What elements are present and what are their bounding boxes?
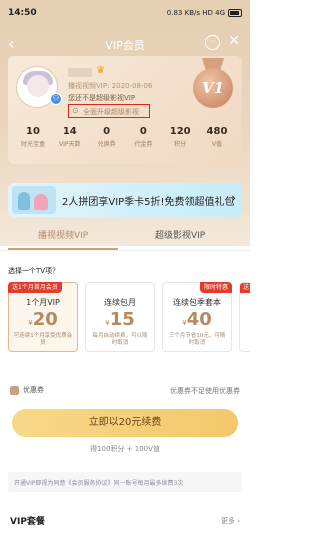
stat-value: 14: [62, 126, 77, 137]
package-card-monthly[interactable]: 连续包月 ¥15 每月自动续费，可以随时取消: [85, 282, 155, 352]
stat-label: 兑换券: [97, 141, 116, 148]
battery-icon: [228, 9, 242, 17]
crown-icon: ♛: [96, 65, 105, 76]
stat-value: 0: [103, 126, 111, 137]
top-nav: ‹ VIP会员 ··· ✕: [0, 33, 250, 54]
stat-label: V值: [211, 141, 223, 148]
coupon-icon: [10, 385, 19, 395]
stat-vouchers[interactable]: 0 代金券: [126, 126, 160, 148]
stat-label: 时光宝盒: [20, 141, 45, 148]
vip-expiry: 播视视频VIP: 2020-08-06: [68, 82, 153, 90]
stat-value: 0: [139, 126, 147, 137]
price-value: 15: [109, 309, 135, 330]
package-card-quarterly[interactable]: 限时特惠 连续包季套本 ¥40 三个月节省10元，可随时取消: [162, 282, 232, 352]
package-price: ¥20: [9, 309, 77, 330]
package-name: 1个月VIP: [26, 298, 60, 307]
coupon-row[interactable]: 优惠券: [10, 385, 44, 395]
upgrade-link-text: 全面升级超级影视: [83, 108, 139, 116]
stat-label: VIP天数: [59, 141, 81, 148]
group-buy-banner[interactable]: 2人拼团享VIP季卡5折!免费领超值礼包 ›: [8, 183, 242, 217]
stat-label: 积分: [174, 141, 187, 148]
vip-type-tabs: 播视视频VIP 超级影视VIP: [0, 228, 250, 251]
reward-note: 得100积分 + 100V值: [90, 445, 160, 453]
package-price: ¥40: [163, 309, 231, 330]
network-indicators: 0.83 KB/s HD 4G: [166, 9, 225, 17]
banner-text: 2人拼团享VIP季卡5折!免费领超值礼包: [62, 197, 235, 208]
package-tag: 送1个月首: [240, 283, 250, 293]
stat-value: 10: [26, 126, 40, 137]
stat-value: 480: [206, 126, 228, 137]
package-desc: 每月自动续费，可以随时取消: [92, 333, 148, 346]
stat-vip-days[interactable]: 14 VIP天数: [53, 126, 87, 148]
tab-super-vip[interactable]: 超级影视VIP: [155, 228, 205, 241]
package-card-partial[interactable]: 送1个月首: [239, 282, 250, 352]
stat-v-value[interactable]: 480 V值: [200, 126, 234, 148]
package-desc: 三个月节省10元，可随时取消: [168, 333, 226, 346]
more-icon[interactable]: ···: [205, 35, 220, 50]
medal-disc: V1: [193, 68, 233, 108]
tab-basic-vip[interactable]: 播视视频VIP: [38, 228, 88, 241]
vip-description: 您还不是超级影视VIP: [68, 94, 136, 102]
status-time: 14:50: [8, 8, 37, 18]
package-price: ¥15: [86, 309, 154, 330]
username-masked: [68, 68, 92, 77]
upgrade-link[interactable]: ⊙ 全面升级超级影视: [68, 104, 150, 118]
package-name: 连续包季套本: [173, 298, 221, 307]
agreement-notice[interactable]: 开通VIP即视为同意《会员服务协议》同一账号每月最多续费3次: [8, 472, 242, 492]
renew-button[interactable]: 立即以20元续费: [12, 409, 238, 437]
stat-points[interactable]: 120 积分: [163, 126, 197, 148]
section-title-vip-packages: VIP套餐: [10, 517, 45, 527]
vip-level-medal[interactable]: V1: [190, 58, 236, 120]
coupon-label: 优惠券: [23, 386, 44, 394]
section-label: 选择一个TV项？: [8, 267, 60, 275]
status-bar: 14:50 0.83 KB/s HD 4G: [0, 0, 250, 26]
status-indicators: 0.83 KB/s HD 4G: [167, 9, 242, 17]
banner-illustration: [12, 186, 56, 214]
stat-label: 代金券: [134, 141, 153, 148]
member-card: ⚇ ♛ 播视视频VIP: 2020-08-06 您还不是超级影视VIP ⊙ 全面…: [8, 56, 242, 164]
price-value: 20: [32, 309, 58, 330]
divider: [0, 250, 250, 251]
coupon-status[interactable]: 优惠券不足使用优惠券: [170, 386, 240, 396]
upgrade-icon: ⊙: [72, 106, 79, 115]
price-value: 40: [186, 309, 212, 330]
stat-value: 120: [169, 126, 191, 137]
stats-row: 10 时光宝盒 14 VIP天数 0 兑换券 0 代金券 120 积分 480 …: [16, 126, 234, 148]
package-tag: 送1个月首月会员: [8, 282, 62, 293]
stat-coupons[interactable]: 0 兑换券: [90, 126, 124, 148]
package-name: 连续包月: [104, 298, 136, 307]
more-link[interactable]: 更多 ›: [221, 516, 240, 526]
close-icon[interactable]: ✕: [228, 33, 240, 49]
package-card-1-month[interactable]: 送1个月首月会员 1个月VIP ¥20 可连续1个月享受优质会员: [8, 282, 78, 352]
chevron-right-icon: ›: [231, 191, 236, 205]
package-tag: 限时特惠: [199, 282, 232, 293]
stat-time-box[interactable]: 10 时光宝盒: [16, 126, 50, 148]
package-desc: 可连续1个月享受优质会员: [13, 333, 73, 346]
user-badge-icon: ⚇: [50, 93, 62, 105]
